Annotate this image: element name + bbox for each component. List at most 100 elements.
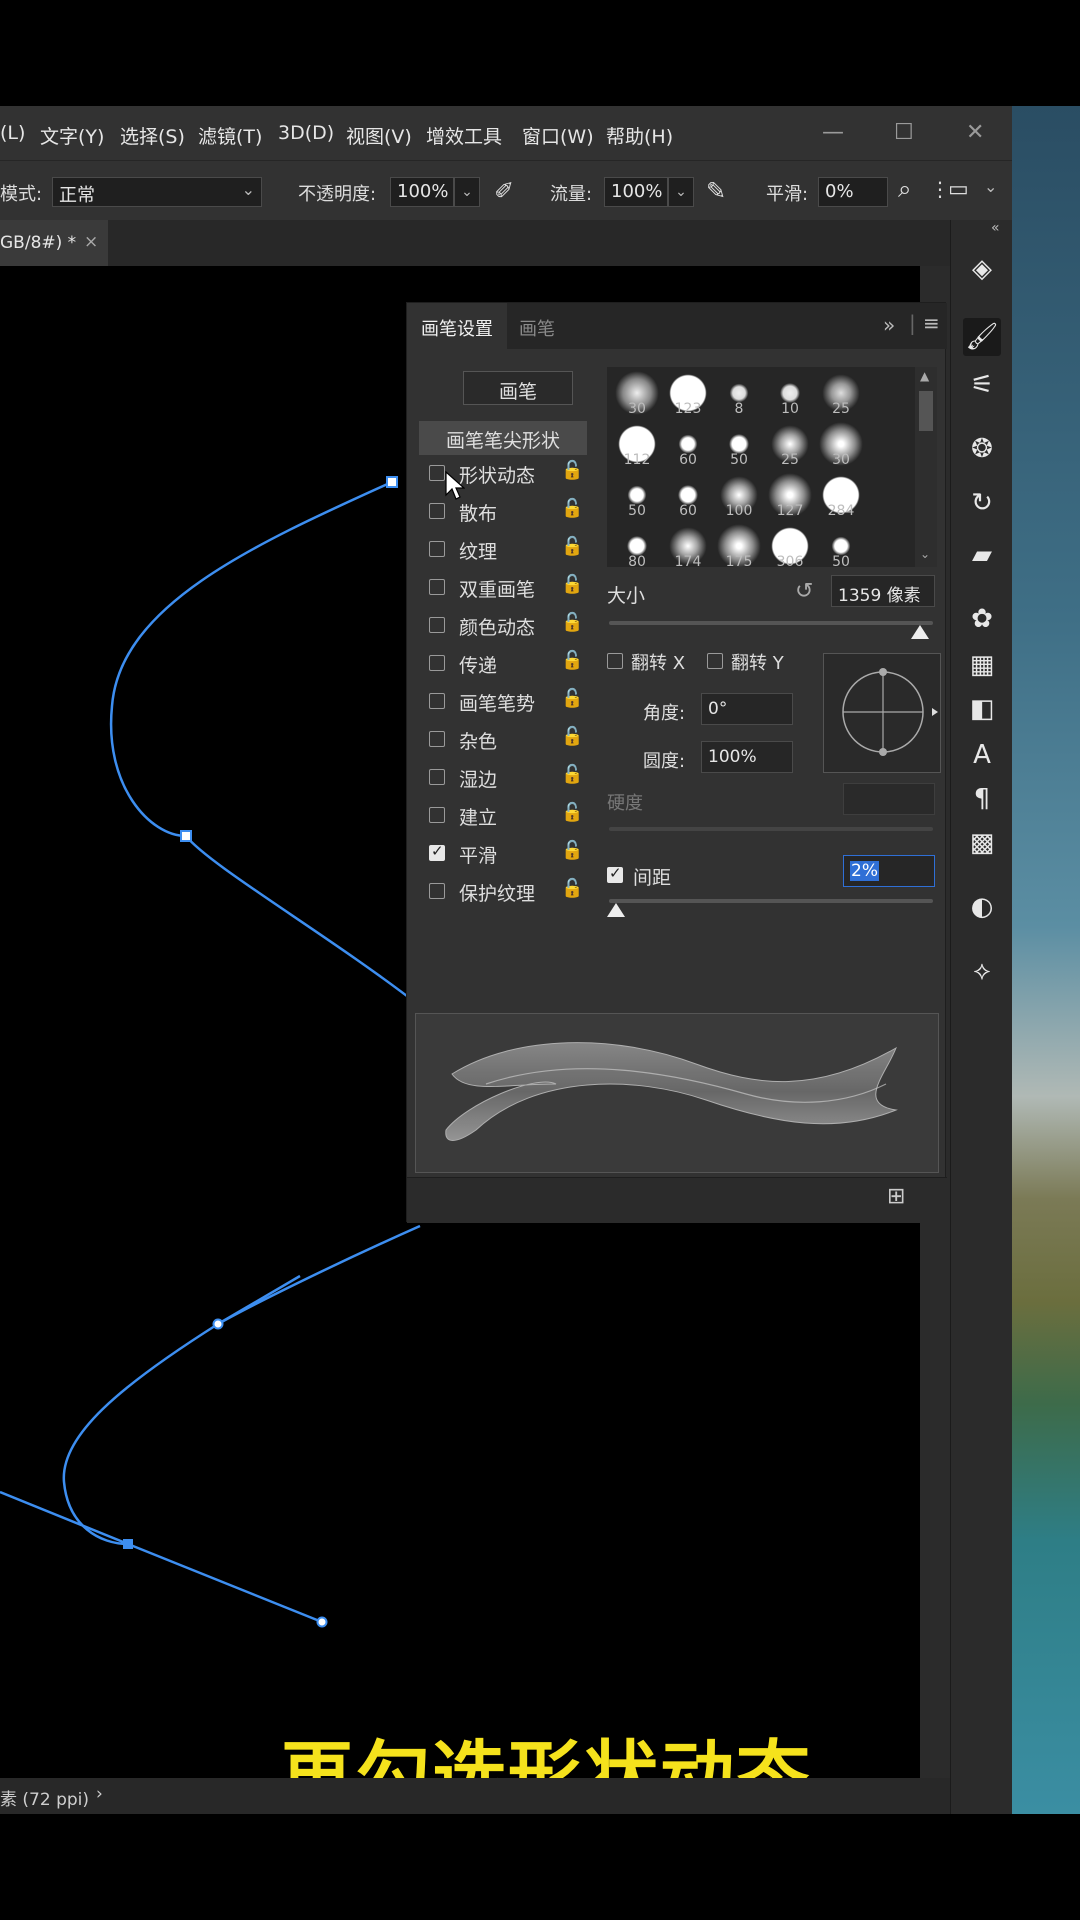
option-texture[interactable]: 纹理 🔓 — [419, 533, 583, 567]
brush-pose-checkbox[interactable] — [429, 693, 445, 709]
flip-y-checkbox[interactable] — [707, 653, 723, 669]
pressure-opacity-icon[interactable]: ✐ — [494, 177, 514, 205]
menu-filter[interactable]: 滤镜(T) — [198, 122, 262, 149]
protect-texture-checkbox[interactable] — [429, 883, 445, 899]
option-transfer[interactable]: 传递 🔓 — [419, 647, 583, 681]
menu-help[interactable]: 帮助(H) — [606, 122, 673, 149]
dual-brush-checkbox[interactable] — [429, 579, 445, 595]
paths-icon[interactable]: ⟡ — [963, 952, 1001, 990]
swatches-icon[interactable]: ▦ — [963, 646, 1001, 684]
scroll-down-icon[interactable]: ⌄ — [920, 547, 930, 561]
scattering-checkbox[interactable] — [429, 503, 445, 519]
close-tab-icon[interactable]: × — [84, 232, 98, 252]
gradients-icon[interactable]: ◧ — [963, 690, 1001, 728]
opacity-dropdown-icon[interactable]: ⌄ — [454, 177, 480, 207]
spacing-slider-thumb[interactable] — [607, 903, 625, 917]
preset-scrollbar[interactable]: ▲ ⌄ — [915, 367, 937, 567]
option-dual-brush[interactable]: 双重画笔 🔓 — [419, 571, 583, 605]
chevron-down-icon[interactable]: ⌄ — [984, 177, 997, 196]
option-color-dynamics[interactable]: 颜色动态 🔓 — [419, 609, 583, 643]
opacity-input[interactable]: 100% — [390, 177, 454, 207]
tab-brushes[interactable]: 画笔 — [519, 315, 555, 341]
noise-checkbox[interactable] — [429, 731, 445, 747]
comments-icon[interactable]: ▰ — [963, 536, 1001, 574]
option-shape-dynamics[interactable]: 形状动态 🔓 — [419, 457, 583, 491]
channels-icon[interactable]: ❂ — [963, 430, 1001, 468]
menu-3d[interactable]: 3D(D) — [278, 122, 334, 144]
menu-view[interactable]: 视图(V) — [346, 122, 412, 149]
lock-icon[interactable]: 🔓 — [561, 802, 583, 828]
search-icon[interactable]: ⌕ — [898, 175, 911, 203]
lock-icon[interactable]: 🔓 — [561, 650, 583, 676]
adjustments-icon[interactable]: ⚟ — [963, 366, 1001, 404]
new-brush-icon[interactable]: ⊞ — [887, 1184, 905, 1209]
properties-icon[interactable]: ◐ — [963, 888, 1001, 926]
brush-preset-grid[interactable]: 30 123 8 10 25 112 60 50 25 30 50 60 100 127 284 80 174 1… — [607, 367, 937, 567]
panel-menu-icon[interactable]: ≡ — [923, 311, 940, 335]
character-icon[interactable]: A — [963, 736, 1001, 774]
option-brush-pose[interactable]: 画笔笔势 🔓 — [419, 685, 583, 719]
option-noise[interactable]: 杂色 🔓 — [419, 723, 583, 757]
scroll-up-icon[interactable]: ▲ — [920, 369, 929, 383]
option-build-up[interactable]: 建立 🔓 — [419, 799, 583, 833]
flow-dropdown-icon[interactable]: ⌄ — [668, 177, 694, 207]
size-slider-thumb[interactable] — [911, 625, 930, 639]
flow-input[interactable]: 100% — [604, 177, 668, 207]
airbrush-icon[interactable]: ✎ — [706, 177, 726, 205]
lock-icon[interactable]: 🔓 — [561, 498, 583, 524]
option-smoothing[interactable]: 平滑 🔓 — [419, 837, 583, 871]
menu-window[interactable]: 窗口(W) — [522, 122, 594, 149]
option-protect-texture[interactable]: 保护纹理 🔓 — [419, 875, 583, 909]
lock-icon[interactable]: 🔓 — [561, 764, 583, 790]
layers-icon[interactable]: ◈ — [963, 250, 1001, 288]
lock-icon[interactable]: 🔓 — [561, 612, 583, 638]
close-window-icon[interactable]: ✕ — [966, 120, 984, 145]
texture-checkbox[interactable] — [429, 541, 445, 557]
brushes-button[interactable]: 画笔 — [463, 371, 573, 405]
collapse-dock-icon[interactable]: « — [991, 220, 1000, 236]
lock-icon[interactable]: 🔓 — [561, 688, 583, 714]
flip-x-checkbox[interactable] — [607, 653, 623, 669]
brush-tip-shape-item[interactable]: 画笔笔尖形状 — [419, 421, 587, 455]
lock-icon[interactable]: 🔓 — [561, 460, 583, 486]
history-icon[interactable]: ↻ — [963, 484, 1001, 522]
wet-edges-checkbox[interactable] — [429, 769, 445, 785]
lock-icon[interactable]: 🔓 — [561, 726, 583, 752]
size-slider-track[interactable] — [609, 621, 933, 625]
color-dynamics-checkbox[interactable] — [429, 617, 445, 633]
spacing-slider-track[interactable] — [609, 899, 933, 903]
option-scattering[interactable]: 散布 🔓 — [419, 495, 583, 529]
maximize-icon[interactable]: ☐ — [894, 120, 914, 145]
glyphs-icon[interactable]: ▩ — [963, 824, 1001, 862]
smoothing-checkbox[interactable] — [429, 842, 445, 861]
shape-dynamics-checkbox[interactable] — [429, 465, 445, 481]
lock-icon[interactable]: 🔓 — [561, 840, 583, 866]
spacing-checkbox[interactable] — [607, 864, 623, 883]
document-tab[interactable]: GB/8#) * × — [0, 220, 108, 266]
menu-plugins[interactable]: 增效工具 — [426, 122, 502, 149]
transfer-checkbox[interactable] — [429, 655, 445, 671]
panel-toggle-icon[interactable]: ▭ — [948, 177, 969, 202]
status-arrow-icon[interactable]: › — [96, 1784, 103, 1804]
expand-icon[interactable]: » — [883, 313, 895, 337]
angle-input[interactable]: 0° — [701, 693, 793, 725]
size-input[interactable]: 1359 像素 — [831, 575, 935, 607]
spacing-input[interactable]: 2% — [843, 855, 935, 887]
paragraph-icon[interactable]: ¶ — [963, 780, 1001, 818]
lock-icon[interactable]: 🔓 — [561, 574, 583, 600]
color-palette-icon[interactable]: ✿ — [963, 600, 1001, 638]
angle-roundness-widget[interactable] — [823, 653, 941, 773]
menu-layer[interactable]: (L) — [0, 122, 25, 144]
scroll-thumb[interactable] — [919, 391, 933, 431]
lock-icon[interactable]: 🔓 — [561, 878, 583, 904]
symmetry-icon[interactable]: ⋮ — [930, 177, 950, 201]
menu-select[interactable]: 选择(S) — [120, 122, 185, 149]
brush-settings-icon[interactable]: 🖌 — [963, 318, 1001, 356]
build-up-checkbox[interactable] — [429, 807, 445, 823]
roundness-input[interactable]: 100% — [701, 741, 793, 773]
reset-size-icon[interactable]: ↺ — [795, 579, 813, 604]
mode-select[interactable]: 正常 ⌄ — [52, 177, 262, 207]
smoothing-input[interactable]: 0% — [818, 177, 888, 207]
minimize-icon[interactable]: — — [822, 120, 844, 145]
lock-icon[interactable]: 🔓 — [561, 536, 583, 562]
